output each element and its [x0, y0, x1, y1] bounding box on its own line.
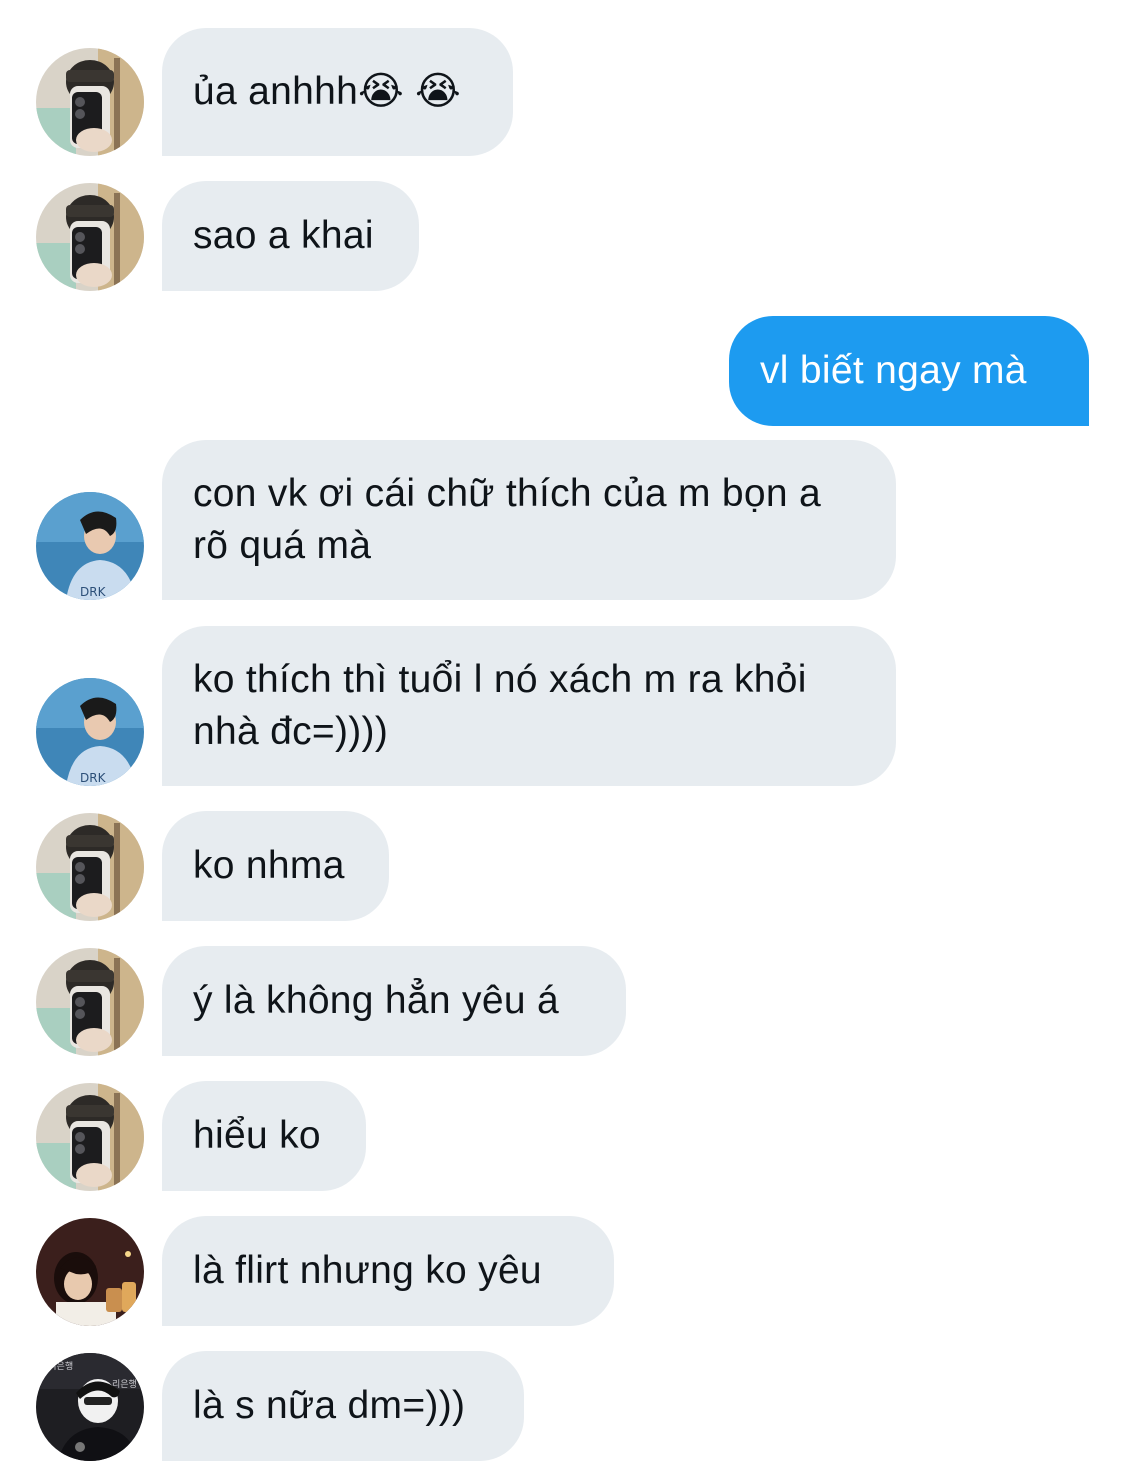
message-bubble-outgoing[interactable]: vl biết ngay mà — [729, 316, 1089, 426]
message-bubble[interactable]: ý là không hẳn yêu á — [162, 946, 626, 1056]
user-a-avatar[interactable] — [36, 48, 144, 156]
dm-conversation: ủa anhhh😭 😭 sao a khai vl biết ngay mà c… — [0, 0, 1125, 1484]
message-text: ko nhma — [193, 844, 345, 887]
message-bubble[interactable]: sao a khai — [162, 181, 419, 291]
message-text: là flirt nhưng ko yêu — [193, 1249, 542, 1292]
message-bubble[interactable]: là flirt nhưng ko yêu — [162, 1216, 614, 1326]
user-c-avatar[interactable] — [36, 1218, 144, 1326]
message-bubble[interactable]: con vk ơi cái chữ thích của m bọn a rõ q… — [162, 440, 896, 600]
message-text: hiểu ko — [193, 1114, 321, 1157]
message-text: là s nữa dm=))) — [193, 1384, 466, 1427]
message-text: vl biết ngay mà — [760, 349, 1027, 392]
message-text: sao a khai — [193, 214, 374, 257]
message-bubble[interactable]: ủa anhhh😭 😭 — [162, 28, 513, 156]
user-a-avatar[interactable] — [36, 1083, 144, 1191]
message-bubble[interactable]: ko nhma — [162, 811, 389, 921]
message-bubble[interactable]: ko thích thì tuổi l nó xách m ra khỏi nh… — [162, 626, 896, 786]
user-d-avatar[interactable] — [36, 1353, 144, 1461]
user-b-avatar[interactable] — [36, 492, 144, 600]
message-text: con vk ơi cái chữ thích của m bọn a rõ q… — [193, 472, 821, 567]
message-bubble[interactable]: hiểu ko — [162, 1081, 366, 1191]
user-a-avatar[interactable] — [36, 948, 144, 1056]
user-b-avatar[interactable] — [36, 678, 144, 786]
message-text: ko thích thì tuổi l nó xách m ra khỏi nh… — [193, 658, 807, 753]
user-a-avatar[interactable] — [36, 183, 144, 291]
message-bubble[interactable]: là s nữa dm=))) — [162, 1351, 524, 1461]
user-a-avatar[interactable] — [36, 813, 144, 921]
message-text: ủa anhhh😭 😭 — [193, 70, 461, 113]
message-text: ý là không hẳn yêu á — [193, 979, 559, 1022]
